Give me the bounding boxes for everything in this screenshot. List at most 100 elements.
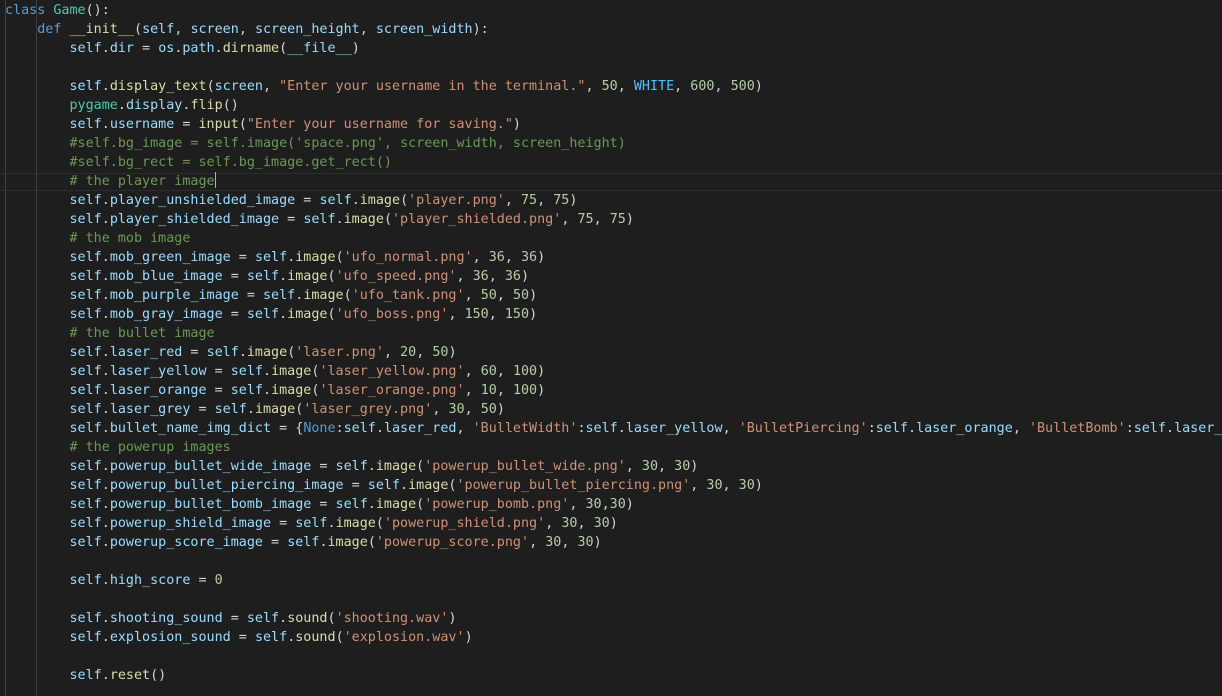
code-token: 60 xyxy=(480,364,497,379)
code-editor[interactable]: class Game(): def __init__(self, screen,… xyxy=(0,0,1222,696)
code-token: 'ufo_boss.png' xyxy=(335,307,449,322)
code-token: 100 xyxy=(512,364,538,379)
code-token: image xyxy=(408,478,449,493)
code-line[interactable]: pygame.display.flip() xyxy=(5,96,239,115)
code-token: self xyxy=(69,250,102,265)
code-line[interactable]: self.mob_blue_image = self.image('ufo_sp… xyxy=(5,267,530,286)
code-token: self xyxy=(69,193,102,208)
code-token: 'powerup_bullet_wide.png' xyxy=(424,459,626,474)
code-token: . xyxy=(101,41,110,56)
code-line[interactable]: self.dir = os.path.dirname(__file__) xyxy=(5,39,360,58)
code-token: # the powerup images xyxy=(69,440,231,455)
code-token: . xyxy=(101,250,110,265)
code-line[interactable]: class Game(): xyxy=(5,1,110,20)
code-token: = xyxy=(182,345,207,360)
code-line[interactable]: self.powerup_bullet_bomb_image = self.im… xyxy=(5,495,634,514)
code-token: image xyxy=(359,193,401,208)
code-line[interactable]: self.reset() xyxy=(5,666,167,685)
code-token: . xyxy=(351,193,360,208)
code-token: self xyxy=(69,307,102,322)
code-line[interactable]: self.explosion_sound = self.sound('explo… xyxy=(5,628,473,647)
code-token: ) xyxy=(537,250,546,265)
code-line[interactable]: self.bullet_name_img_dict = {None:self.l… xyxy=(5,419,1222,438)
code-token: , xyxy=(464,364,481,379)
code-line[interactable]: self.mob_gray_image = self.image('ufo_bo… xyxy=(5,305,538,324)
code-token: laser_red xyxy=(383,421,457,436)
code-line[interactable]: self.mob_purple_image = self.image('ufo_… xyxy=(5,286,538,305)
code-token: 30 xyxy=(738,478,755,493)
code-token: , xyxy=(537,193,554,208)
code-line[interactable]: self.shooting_sound = self.sound('shooti… xyxy=(5,609,457,628)
code-line[interactable]: # the player image xyxy=(5,172,216,191)
code-token: 'BulletWidth' xyxy=(472,421,578,436)
code-token: path xyxy=(182,41,215,56)
code-token: ) xyxy=(754,478,763,493)
code-line[interactable]: self.powerup_shield_image = self.image('… xyxy=(5,514,618,533)
code-token: . xyxy=(908,421,917,436)
code-token: , xyxy=(674,79,691,94)
code-line[interactable]: self.high_score = 0 xyxy=(5,571,223,590)
code-token: , xyxy=(593,212,610,227)
code-line[interactable]: self.powerup_bullet_wide_image = self.im… xyxy=(5,457,699,476)
code-token: . xyxy=(101,573,110,588)
code-line[interactable]: self.username = input("Enter your userna… xyxy=(5,115,521,134)
code-line[interactable]: self.player_shielded_image = self.image(… xyxy=(5,210,634,229)
code-token: ( xyxy=(327,307,336,322)
code-line[interactable]: self.player_unshielded_image = self.imag… xyxy=(5,191,578,210)
code-line[interactable]: self.laser_orange = self.image('laser_or… xyxy=(5,381,546,400)
code-token: , xyxy=(561,212,578,227)
code-token: , xyxy=(722,478,739,493)
code-token: 'player_shielded.png' xyxy=(392,212,562,227)
code-token: ) xyxy=(754,79,763,94)
code-token: 30 xyxy=(545,535,562,550)
code-token: . xyxy=(617,421,626,436)
code-token: () xyxy=(222,98,239,113)
code-token: , xyxy=(529,535,546,550)
code-token: 'shooting.wav' xyxy=(335,611,449,626)
code-token: , xyxy=(504,250,521,265)
code-line[interactable]: self.laser_grey = self.image('laser_grey… xyxy=(5,400,505,419)
code-token: ( xyxy=(238,117,247,132)
code-token: , xyxy=(464,402,481,417)
code-line[interactable]: self.powerup_bullet_piercing_image = sel… xyxy=(5,476,763,495)
code-line[interactable]: # the powerup images xyxy=(5,438,231,457)
code-token: = xyxy=(206,364,231,379)
code-token: : xyxy=(867,421,876,436)
code-token: ( xyxy=(335,630,344,645)
code-token: . xyxy=(101,364,110,379)
code-line[interactable]: self.laser_red = self.image('laser.png',… xyxy=(5,343,457,362)
code-token: ) xyxy=(609,516,618,531)
code-token: . xyxy=(101,478,110,493)
code-token: self xyxy=(367,478,401,493)
code-token: 'powerup_score.png' xyxy=(375,535,530,550)
code-line[interactable]: self.laser_yellow = self.image('laser_ye… xyxy=(5,362,546,381)
code-line[interactable]: self.powerup_score_image = self.image('p… xyxy=(5,533,602,552)
code-line[interactable]: def __init__(self, screen, screen_height… xyxy=(5,20,489,39)
code-token: self xyxy=(69,421,102,436)
code-token: ( xyxy=(327,611,336,626)
code-line[interactable]: #self.bg_image = self.image('space.png',… xyxy=(5,134,626,153)
code-line[interactable]: self.display_text(screen, "Enter your us… xyxy=(5,77,763,96)
code-token: 36 xyxy=(488,250,505,265)
code-token: 36 xyxy=(521,250,538,265)
code-token: player_unshielded_image xyxy=(109,193,296,208)
code-line[interactable]: self.mob_green_image = self.image('ufo_n… xyxy=(5,248,546,267)
code-token: = xyxy=(206,383,231,398)
code-token: sound xyxy=(295,630,336,645)
code-line[interactable]: # the bullet image xyxy=(5,324,215,343)
code-token: def xyxy=(37,22,62,37)
code-line[interactable]: #self.bg_rect = self.bg_image.get_rect() xyxy=(5,153,392,172)
code-token: . xyxy=(327,516,336,531)
code-token: # the bullet image xyxy=(69,326,215,341)
code-line[interactable]: # the mob image xyxy=(5,229,191,248)
